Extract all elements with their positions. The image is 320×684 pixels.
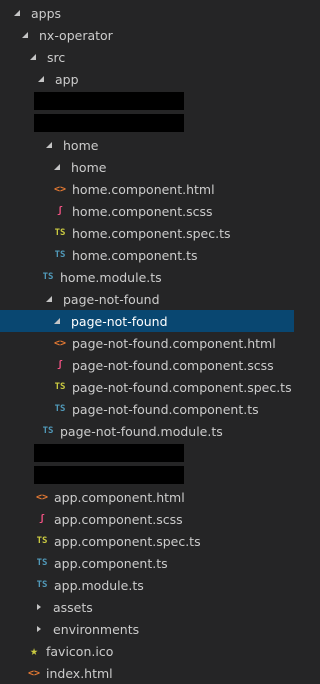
tree-item-label: home.module.ts [60,269,162,285]
tree-item-label: app [55,71,79,87]
tree-folder-row[interactable]: apps [0,2,294,24]
html-icon: <> [35,491,49,503]
tree-file-row[interactable]: ʃ app.component.scss [0,508,294,530]
tree-file-row[interactable]: TS home.component.spec.ts [0,222,294,244]
tree-item-label: app.component.scss [54,511,183,527]
tree-folder-row[interactable]: home [0,134,294,156]
html-icon: <> [53,337,67,349]
tree-item-label: page-not-found.component.scss [72,357,274,373]
tree-file-row[interactable]: TS home.module.ts [0,266,294,288]
tree-item-label: page-not-found.component.ts [72,401,259,417]
tree-folder-row[interactable]: home [0,156,294,178]
tree-file-row[interactable]: ★ favicon.ico [0,640,294,662]
tree-item-label: home [63,137,99,153]
tree-folder-row[interactable]: app [0,68,294,90]
redacted-block [34,92,184,110]
tree-item-label: environments [53,621,140,637]
tree-item-label: nx-operator [39,27,113,43]
tree-file-row[interactable]: TS page-not-found.component.spec.ts [0,376,294,398]
tree-file-row[interactable]: ʃ page-not-found.component.scss [0,354,294,376]
redacted-block [34,466,184,484]
redacted-block [34,114,184,132]
tree-file-row[interactable]: <> home.component.html [0,178,294,200]
typescript-spec-icon: TS [36,536,48,546]
tree-item-label: favicon.ico [46,643,114,659]
tree-item-label: home.component.scss [72,203,213,219]
chevron-down-icon[interactable] [52,316,62,326]
tree-item-label: app.module.ts [54,577,144,593]
tree-file-row[interactable]: TS app.component.ts [0,552,294,574]
chevron-down-icon[interactable] [20,30,30,40]
chevron-down-icon[interactable] [52,162,62,172]
typescript-icon: TS [42,426,54,436]
tree-item-label: page-not-found.module.ts [60,423,223,439]
tree-folder-row[interactable]: assets [0,596,294,618]
scss-icon: ʃ [57,206,63,216]
typescript-icon: TS [36,558,48,568]
tree-item-label: page-not-found.component.spec.ts [72,379,292,395]
html-icon: <> [53,183,67,195]
tree-item-label: page-not-found.component.html [72,335,276,351]
chevron-down-icon[interactable] [44,140,54,150]
chevron-right-icon[interactable] [34,602,44,612]
tree-file-row[interactable]: TS page-not-found.module.ts [0,420,294,442]
typescript-icon: TS [36,580,48,590]
tree-item-label: home [71,159,107,175]
tree-item-label: app.component.spec.ts [54,533,201,549]
star-icon: ★ [30,643,38,659]
tree-item-label: apps [31,5,62,21]
tree-file-row[interactable]: <> page-not-found.component.html [0,332,294,354]
scss-icon: ʃ [57,360,63,370]
tree-folder-row[interactable]: page-not-found [0,310,294,332]
tree-file-row[interactable]: TS home.component.ts [0,244,294,266]
chevron-down-icon[interactable] [12,8,22,18]
tree-file-row[interactable]: <> app.component.html [0,486,294,508]
tree-item-label: page-not-found [71,313,168,329]
tree-item-label: home.component.ts [72,247,198,263]
typescript-spec-icon: TS [54,382,66,392]
tree-folder-row[interactable]: page-not-found [0,288,294,310]
chevron-right-icon[interactable] [34,624,44,634]
tree-file-row[interactable]: TS page-not-found.component.ts [0,398,294,420]
tree-folder-row[interactable]: src [0,46,294,68]
typescript-icon: TS [54,250,66,260]
tree-item-label: home.component.spec.ts [72,225,231,241]
tree-item-label: app.component.ts [54,555,168,571]
tree-item-label: app.component.html [54,489,185,505]
file-explorer-tree: apps nx-operator src app home home <> home.comp… [0,0,294,681]
chevron-down-icon[interactable] [44,294,54,304]
tree-item-label: assets [53,599,93,615]
tree-file-row[interactable]: TS app.component.spec.ts [0,530,294,552]
chevron-down-icon[interactable] [36,74,46,84]
tree-folder-row[interactable]: nx-operator [0,24,294,46]
tree-item-label: page-not-found [63,291,160,307]
html-icon: <> [27,667,41,679]
typescript-spec-icon: TS [54,228,66,238]
redacted-block [34,444,184,462]
chevron-down-icon[interactable] [28,52,38,62]
scss-icon: ʃ [39,514,45,524]
tree-file-row[interactable]: ʃ home.component.scss [0,200,294,222]
tree-item-label: index.html [46,665,113,681]
tree-folder-row[interactable]: environments [0,618,294,640]
typescript-icon: TS [42,272,54,282]
tree-file-row[interactable]: TS app.module.ts [0,574,294,596]
tree-item-label: src [47,49,66,65]
tree-item-label: home.component.html [72,181,215,197]
typescript-icon: TS [54,404,66,414]
